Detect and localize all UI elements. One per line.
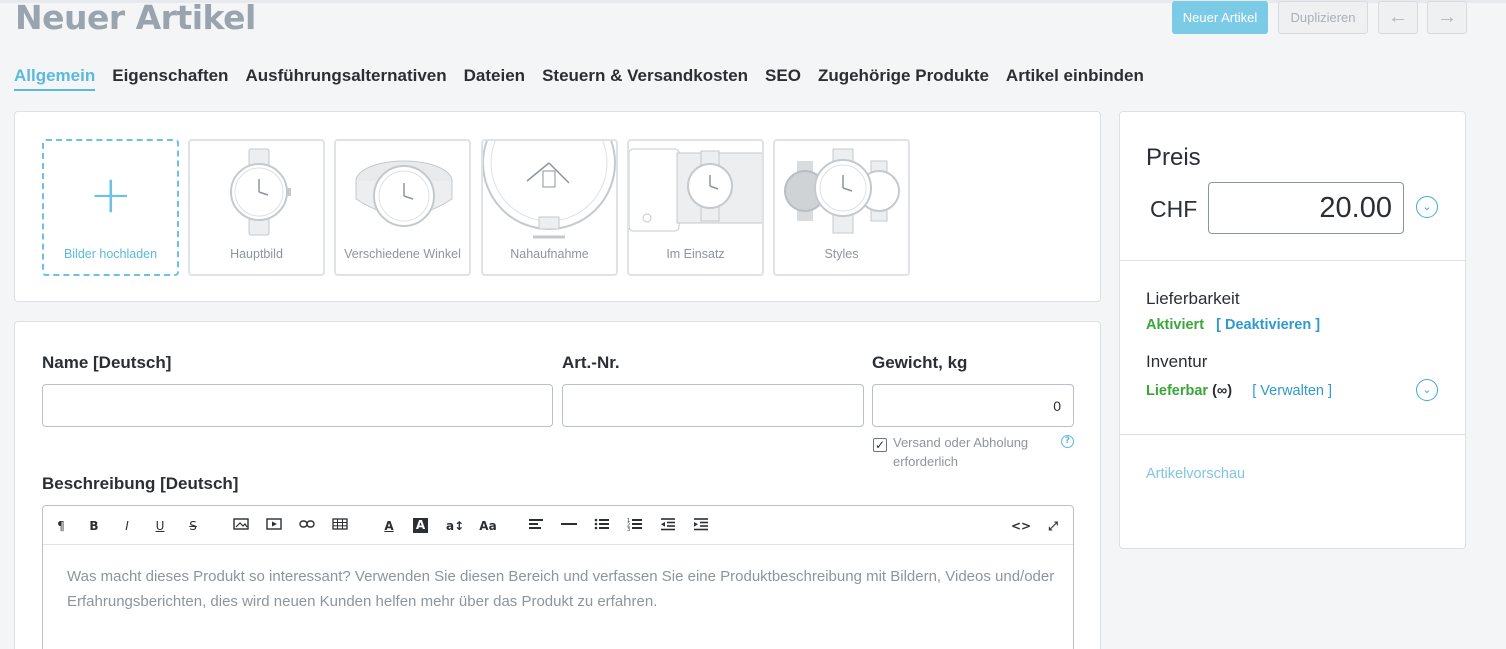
article-preview-link[interactable]: Artikelvorschau (1146, 466, 1245, 482)
tab-artikel-einbinden[interactable]: Artikel einbinden (1006, 66, 1144, 91)
plus-icon: + (89, 165, 133, 225)
upload-label: Bilder hochladen (63, 247, 158, 261)
svg-text:3: 3 (627, 527, 630, 531)
availability-title: Lieferbarkeit (1146, 289, 1240, 308)
image-slot-label: Hauptbild (230, 247, 283, 261)
watch-angle-icon (355, 160, 453, 227)
page-title: Neuer Artikel (15, 0, 256, 37)
chevron-down-icon[interactable]: ⌄ (1416, 196, 1438, 218)
image-icon[interactable] (232, 517, 250, 535)
outdent-icon[interactable] (659, 517, 677, 535)
fullscreen-icon[interactable]: ⤢ (1044, 517, 1062, 535)
chevron-down-icon[interactable]: ⌄ (1416, 379, 1438, 401)
details-card: Name [Deutsch] Art.-Nr. Gewicht, kg 0 ✓ … (14, 321, 1101, 649)
upload-images-button[interactable]: + Bilder hochladen (42, 139, 179, 276)
price-input[interactable]: 20.00 (1208, 182, 1404, 234)
image-slot-label: Nahaufnahme (510, 247, 589, 261)
inventory-status: Lieferbar (1146, 383, 1209, 399)
italic-icon[interactable]: I (118, 517, 136, 535)
text-color-icon[interactable]: A (380, 517, 398, 535)
image-slot-angles[interactable]: Verschiedene Winkel (334, 139, 471, 276)
price-sidebar: Preis CHF 20.00 ⌄ Lieferbarkeit Aktivier… (1119, 111, 1466, 549)
bullet-list-icon[interactable] (593, 517, 611, 535)
manage-inventory-link[interactable]: [ Verwalten ] (1252, 383, 1332, 399)
paragraph-icon[interactable]: ¶ (52, 517, 70, 535)
tab-zugehoerige-produkte[interactable]: Zugehörige Produkte (818, 66, 989, 91)
video-icon[interactable] (265, 517, 283, 535)
new-article-button[interactable]: Neuer Artikel (1172, 1, 1268, 34)
arrow-right-icon: → (1437, 6, 1457, 28)
description-label: Beschreibung [Deutsch] (42, 474, 239, 493)
image-slot-label: Verschiedene Winkel (344, 247, 461, 261)
shipping-checkbox[interactable]: ✓ (873, 438, 887, 452)
inventory-quantity: (∞) (1212, 383, 1233, 399)
next-article-button[interactable]: → (1427, 1, 1467, 34)
sku-label: Art.-Nr. (562, 353, 620, 372)
tab-ausfuehrungsalternativen[interactable]: Ausführungsalternativen (245, 66, 446, 91)
tab-bar: Allgemein Eigenschaften Ausführungsalter… (14, 66, 1161, 91)
background-color-icon[interactable]: A (413, 518, 428, 533)
tab-steuern-versandkosten[interactable]: Steuern & Versandkosten (542, 66, 748, 91)
image-slot-closeup[interactable]: Nahaufnahme (481, 139, 618, 276)
table-icon[interactable] (331, 517, 349, 535)
duplicate-button[interactable]: Duplizieren (1278, 1, 1368, 34)
price-title: Preis (1146, 144, 1201, 171)
shipping-checkbox-label: Versand oder Abholung erforderlich (893, 435, 1029, 469)
image-slot-label: Im Einsatz (666, 247, 725, 261)
name-input[interactable] (42, 384, 553, 427)
inventory-title: Inventur (1146, 352, 1208, 371)
horizontal-rule-icon[interactable] (560, 517, 578, 535)
availability-row: Aktiviert [ Deaktivieren ] (1146, 317, 1320, 333)
link-icon[interactable] (298, 517, 316, 535)
watch-in-use-icon (629, 148, 762, 232)
font-size-icon[interactable]: a↕ (446, 517, 464, 535)
image-slot-main[interactable]: Hauptbild (188, 139, 325, 276)
tab-allgemein[interactable]: Allgemein (14, 66, 96, 91)
watch-styles-icon (784, 148, 900, 234)
description-placeholder: Was macht dieses Produkt so interessant?… (67, 568, 1055, 610)
numbered-list-icon[interactable]: 123 (626, 517, 644, 535)
weight-input[interactable]: 0 (872, 384, 1074, 427)
tab-dateien[interactable]: Dateien (464, 66, 525, 91)
strikethrough-icon[interactable]: S (184, 517, 202, 535)
currency-label: CHF (1150, 196, 1198, 222)
bold-icon[interactable]: B (85, 517, 103, 535)
code-view-icon[interactable]: <> (1011, 517, 1031, 535)
indent-icon[interactable] (692, 517, 710, 535)
editor-toolbar: ¶ B I U S A A a↕ Aa 1 2 3 <> ⤢ (43, 506, 1073, 545)
weight-label: Gewicht, kg (872, 353, 968, 372)
underline-icon[interactable]: U (151, 517, 169, 535)
watch-closeup-icon (483, 141, 616, 239)
divider (1120, 434, 1465, 435)
image-slot-in-use[interactable]: Im Einsatz (627, 139, 764, 276)
name-label: Name [Deutsch] (42, 353, 172, 372)
watch-front-icon (230, 148, 291, 236)
help-icon[interactable]: ? (1061, 435, 1074, 448)
availability-status: Aktiviert (1146, 317, 1205, 333)
align-left-icon[interactable] (527, 517, 545, 535)
sku-input[interactable] (562, 384, 864, 427)
images-card: + Bilder hochladen Hauptbild Verschieden… (14, 111, 1101, 302)
image-slot-label: Styles (824, 247, 859, 261)
image-slot-styles[interactable]: Styles (773, 139, 910, 276)
description-editor[interactable]: ¶ B I U S A A a↕ Aa 1 2 3 <> ⤢ Was macht… (42, 505, 1074, 649)
inventory-row: Lieferbar (∞) [ Verwalten ] (1146, 383, 1332, 399)
tab-eigenschaften[interactable]: Eigenschaften (112, 66, 228, 91)
previous-article-button[interactable]: ← (1378, 1, 1418, 34)
tab-seo[interactable]: SEO (765, 66, 801, 91)
deactivate-link[interactable]: [ Deaktivieren ] (1216, 317, 1320, 333)
arrow-left-icon: ← (1388, 6, 1408, 28)
font-family-icon[interactable]: Aa (479, 517, 497, 535)
divider (1120, 260, 1465, 261)
